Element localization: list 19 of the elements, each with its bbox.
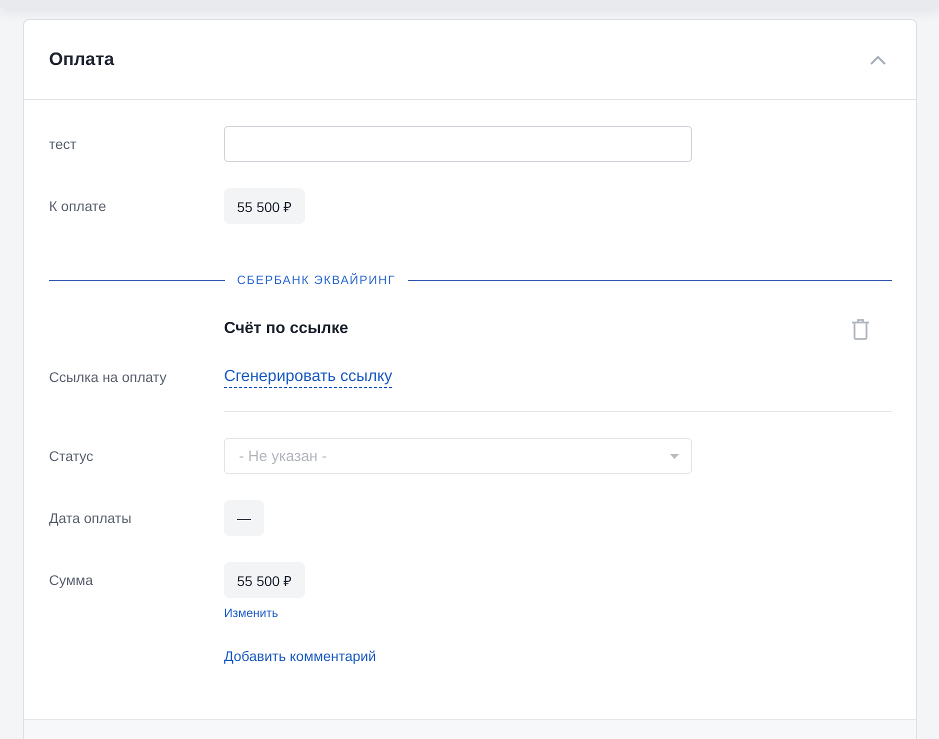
field-label: Дата оплаты bbox=[49, 510, 132, 526]
amount-value: 55 500 ₽ bbox=[224, 188, 305, 224]
field-label: Ссылка на оплату bbox=[49, 369, 166, 385]
section-heading: СБЕРБАНК ЭКВАЙРИНГ bbox=[236, 273, 397, 287]
text-input[interactable] bbox=[224, 126, 692, 162]
field-label: К оплате bbox=[49, 198, 106, 214]
generate-link[interactable]: Сгенерировать ссылку bbox=[224, 366, 392, 388]
trash-icon[interactable] bbox=[852, 318, 869, 340]
field-label: тест bbox=[49, 136, 76, 152]
card-title: Оплата bbox=[49, 49, 114, 70]
field-label: Статус bbox=[49, 448, 94, 464]
amount-value: — bbox=[224, 500, 264, 536]
edit-link[interactable]: Изменить bbox=[224, 606, 278, 621]
caret-icon bbox=[670, 454, 679, 458]
invoice-title: Счёт по ссылке bbox=[224, 320, 348, 338]
field-label: Сумма bbox=[49, 572, 93, 588]
amount-value: 55 500 ₽ bbox=[224, 562, 305, 598]
add-comment-link[interactable]: Добавить комментарий bbox=[224, 647, 376, 665]
chevron-icon[interactable] bbox=[870, 54, 886, 64]
